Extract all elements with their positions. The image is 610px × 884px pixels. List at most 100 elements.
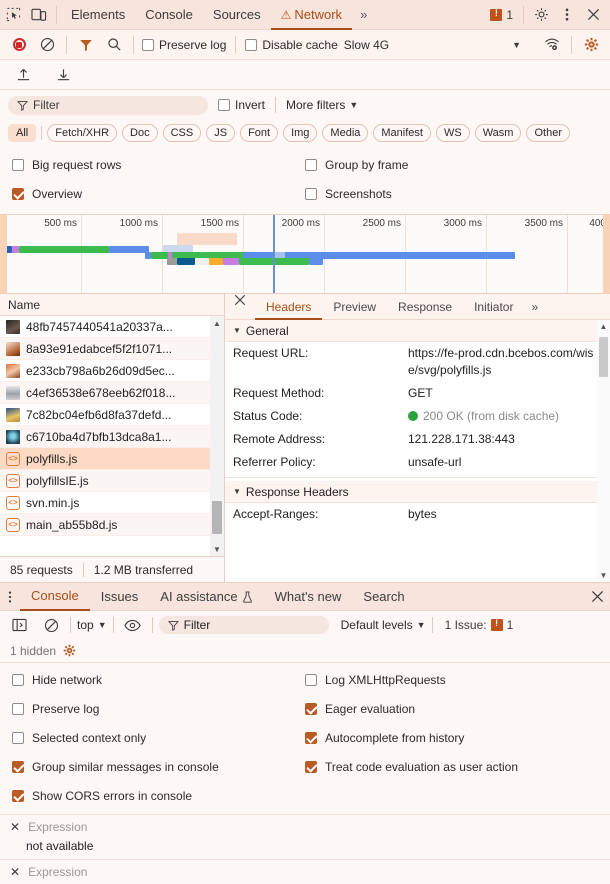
tab-response[interactable]: Response xyxy=(387,294,463,320)
gear-icon[interactable] xyxy=(528,2,554,28)
chip-all[interactable]: All xyxy=(8,124,37,142)
drawer-tab-issues[interactable]: Issues xyxy=(90,583,150,611)
chip-media[interactable]: Media xyxy=(322,124,369,142)
tab-headers[interactable]: Headers xyxy=(255,294,323,320)
console-option-log-xhr[interactable]: Log XMLHttpRequests xyxy=(305,673,598,687)
detail-more-tabs-icon[interactable]: » xyxy=(524,294,545,320)
chip-fetch-xhr[interactable]: Fetch/XHR xyxy=(47,124,118,142)
console-option-group-similar[interactable]: Group similar messages in console xyxy=(12,760,305,774)
tab-network[interactable]: ⚠ Network xyxy=(270,0,353,30)
chip-css[interactable]: CSS xyxy=(162,124,202,142)
option-big-request-rows[interactable]: Big request rows xyxy=(12,158,305,172)
scroll-up-arrow-icon[interactable]: ▲ xyxy=(210,316,224,330)
headers-content[interactable]: ▼ General Request URL: https://fe-prod.c… xyxy=(225,320,610,582)
filter-icon[interactable] xyxy=(73,32,99,58)
filter-input[interactable]: Filter xyxy=(8,95,208,115)
device-toolbar-icon[interactable] xyxy=(26,2,52,28)
chip-doc[interactable]: Doc xyxy=(122,124,158,142)
hidden-messages-row[interactable]: 1 hidden xyxy=(0,639,610,663)
wifi-settings-icon[interactable] xyxy=(539,32,565,58)
console-filter-input[interactable]: Filter xyxy=(158,616,329,634)
disable-cache-checkbox[interactable]: Disable cache xyxy=(245,38,338,52)
scroll-down-arrow-icon[interactable]: ▼ xyxy=(210,542,224,556)
option-group-by-frame[interactable]: Group by frame xyxy=(305,158,598,172)
request-list-scrollbar[interactable]: ▲ ▼ xyxy=(210,316,224,556)
network-overview-timeline[interactable]: 500 ms 1000 ms 1500 ms 2000 ms 2500 ms 3… xyxy=(0,214,610,294)
scroll-down-arrow-icon[interactable]: ▼ xyxy=(597,569,610,582)
drawer-tab-search[interactable]: Search xyxy=(352,583,415,611)
chip-other[interactable]: Other xyxy=(526,124,570,142)
drawer-kebab-menu-icon[interactable] xyxy=(0,590,20,604)
console-option-show-cors-errors[interactable]: Show CORS errors in console xyxy=(12,789,305,803)
chip-js[interactable]: JS xyxy=(206,124,236,142)
invert-checkbox[interactable]: Invert xyxy=(218,98,265,112)
timeline-right-handle[interactable] xyxy=(603,215,610,293)
chip-manifest[interactable]: Manifest xyxy=(373,124,431,142)
drawer-tab-whats-new[interactable]: What's new xyxy=(264,583,353,611)
drawer-tab-console[interactable]: Console xyxy=(20,583,90,611)
live-expression-icon[interactable] xyxy=(120,612,146,638)
live-expression-row[interactable]: ✕ Expression xyxy=(0,859,610,884)
drawer-close-icon[interactable] xyxy=(584,590,610,603)
table-row[interactable]: <> svn.min.js xyxy=(0,492,224,514)
detail-scrollbar[interactable]: ▲ ▼ xyxy=(597,320,610,582)
section-general[interactable]: ▼ General xyxy=(225,320,610,342)
preserve-log-checkbox[interactable]: Preserve log xyxy=(142,38,226,52)
throttling-select[interactable]: Slow 4G xyxy=(344,38,389,52)
table-row[interactable]: c4ef36538e678eeb62f018... xyxy=(0,382,224,404)
chevron-down-icon[interactable]: ▼ xyxy=(512,40,521,50)
chip-img[interactable]: Img xyxy=(283,124,318,142)
search-icon[interactable] xyxy=(101,32,127,58)
option-overview[interactable]: Overview xyxy=(12,187,305,201)
tab-console[interactable]: Console xyxy=(135,0,203,30)
close-icon[interactable] xyxy=(580,2,606,28)
table-row[interactable]: <> polyfillsIE.js xyxy=(0,470,224,492)
console-option-selected-context-only[interactable]: Selected context only xyxy=(12,731,305,745)
tab-sources[interactable]: Sources xyxy=(203,0,271,30)
issues-counter[interactable]: 1 xyxy=(484,6,519,22)
drawer-tab-ai-assistance[interactable]: AI assistance xyxy=(149,583,263,611)
kebab-menu-icon[interactable] xyxy=(554,2,580,28)
close-detail-icon[interactable] xyxy=(225,294,255,320)
console-option-preserve-log[interactable]: Preserve log xyxy=(12,702,305,716)
timeline-left-handle[interactable] xyxy=(0,215,7,293)
section-response-headers[interactable]: ▼ Response Headers xyxy=(225,481,610,503)
clear-network-log-icon[interactable] xyxy=(34,32,60,58)
table-row[interactable]: <> main_ab55b8d.js xyxy=(0,514,224,536)
table-row[interactable]: 7c82bc04efb6d8fa37defd... xyxy=(0,404,224,426)
table-row[interactable]: e233cb798a6b26d09d5ec... xyxy=(0,360,224,382)
gear-icon[interactable] xyxy=(63,644,76,657)
more-filters-dropdown[interactable]: More filters ▼ xyxy=(286,98,358,112)
network-settings-gear-icon[interactable] xyxy=(578,32,604,58)
chip-font[interactable]: Font xyxy=(240,124,279,142)
console-issues-link[interactable]: 1 Issue: 1 xyxy=(439,616,520,632)
table-row[interactable]: c6710ba4d7bfb13dca8a1... xyxy=(0,426,224,448)
remove-expression-icon[interactable]: ✕ xyxy=(10,820,20,834)
console-option-hide-network[interactable]: Hide network xyxy=(12,673,305,687)
console-option-autocomplete-from-history[interactable]: Autocomplete from history xyxy=(305,731,598,745)
remove-expression-icon[interactable]: ✕ xyxy=(10,865,20,879)
table-row[interactable]: 8a93e91edabcef5f2f1071... xyxy=(0,338,224,360)
clear-console-icon[interactable] xyxy=(38,612,64,638)
console-sidebar-icon[interactable] xyxy=(6,612,32,638)
request-rows[interactable]: 48fb7457440541a20337a... 8a93e91edabcef5… xyxy=(0,316,224,556)
tab-preview[interactable]: Preview xyxy=(322,294,387,320)
export-har-icon[interactable] xyxy=(50,62,76,88)
import-har-icon[interactable] xyxy=(10,62,36,88)
console-option-eager-evaluation[interactable]: Eager evaluation xyxy=(305,702,598,716)
more-tabs-icon[interactable]: » xyxy=(352,7,375,22)
tab-initiator[interactable]: Initiator xyxy=(463,294,524,320)
live-expression-row[interactable]: ✕ Expression xyxy=(0,814,610,839)
scroll-up-arrow-icon[interactable]: ▲ xyxy=(597,320,610,333)
scrollbar-thumb[interactable] xyxy=(599,337,608,377)
tab-elements[interactable]: Elements xyxy=(61,0,135,30)
console-option-treat-code-eval[interactable]: Treat code evaluation as user action xyxy=(305,760,598,774)
header-value[interactable]: https://fe-prod.cdn.bcebos.com/wise/svg/… xyxy=(408,345,602,379)
record-button[interactable] xyxy=(6,32,32,58)
chip-ws[interactable]: WS xyxy=(435,124,470,142)
request-list-header[interactable]: Name xyxy=(0,294,224,316)
table-row-selected[interactable]: <> polyfills.js xyxy=(0,448,224,470)
chip-wasm[interactable]: Wasm xyxy=(474,124,522,142)
scrollbar-thumb[interactable] xyxy=(212,501,222,534)
console-context-select[interactable]: top ▼ xyxy=(77,618,107,632)
